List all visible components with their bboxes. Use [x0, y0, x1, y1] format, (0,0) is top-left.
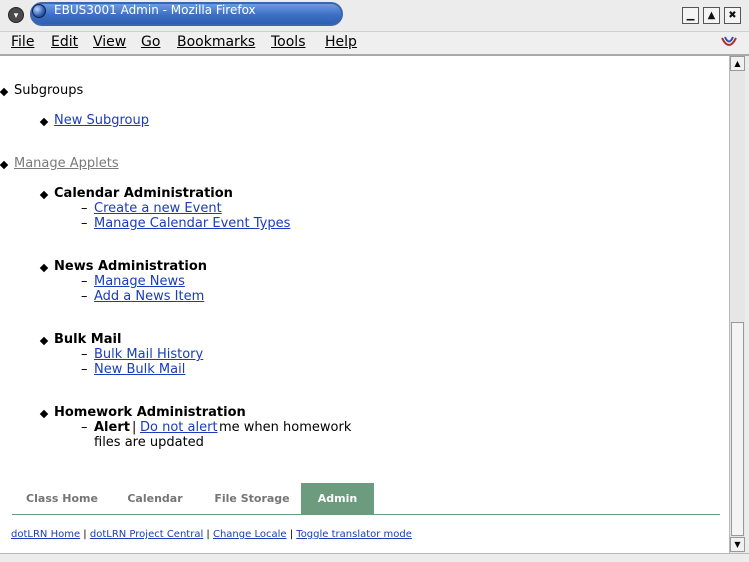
dash: – [81, 420, 88, 435]
manage-applets-link[interactable]: Manage Applets [14, 156, 119, 171]
dash: – [81, 274, 88, 289]
maximize-icon[interactable]: ▲ [703, 7, 720, 24]
footer-separator: | [289, 529, 294, 540]
subgroups-heading: Subgroups [14, 83, 84, 98]
bullet-icon [39, 409, 49, 419]
window-title: EBUS3001 Admin - Mozilla Firefox [54, 3, 256, 17]
dash: – [81, 362, 88, 377]
window-frame-bottom [0, 553, 749, 562]
tab-underline [12, 514, 720, 515]
window-title-bar: ▾ EBUS3001 Admin - Mozilla Firefox ▁ ▲ ✖ [0, 0, 749, 31]
menu-bar: File Edit View Go Bookmarks Tools Help [0, 31, 749, 55]
alert-text: me when homework [219, 420, 352, 435]
menu-edit[interactable]: Edit [51, 34, 78, 50]
vertical-scrollbar[interactable]: ▲ ▼ [729, 56, 745, 553]
new-bulk-mail-link[interactable]: New Bulk Mail [94, 362, 185, 377]
dotlrn-project-central-link[interactable]: dotLRN Project Central [90, 529, 203, 540]
scroll-thumb[interactable] [731, 322, 744, 536]
menu-go[interactable]: Go [141, 34, 160, 50]
menu-view[interactable]: View [93, 34, 126, 50]
alert-text-continued: files are updated [94, 435, 204, 450]
alert-label: Alert [94, 420, 130, 435]
new-subgroup-link[interactable]: New Subgroup [54, 113, 149, 128]
footer-separator: | [83, 529, 87, 540]
scroll-up-arrow-icon[interactable]: ▲ [730, 56, 745, 71]
dotlrn-home-link[interactable]: dotLRN Home [11, 529, 80, 540]
throbber-icon [721, 36, 737, 46]
news-admin-heading: News Administration [54, 259, 208, 274]
menu-file[interactable]: File [11, 34, 34, 50]
scroll-down-arrow-icon[interactable]: ▼ [730, 537, 745, 552]
page-content: Subgroups New Subgroup Manage Applets Ca… [0, 56, 729, 562]
window-menu-chevron-down-icon[interactable]: ▾ [8, 7, 24, 23]
dash: – [81, 347, 88, 362]
bullet-icon [39, 117, 49, 127]
toggle-translator-link[interactable]: Toggle translator mode [296, 529, 412, 540]
footer-links: dotLRN Home | dotLRN Project Central | C… [11, 529, 412, 540]
window-frame [745, 56, 749, 562]
tab-admin[interactable]: Admin [301, 483, 374, 515]
menu-help[interactable]: Help [325, 34, 357, 50]
minimize-icon[interactable]: ▁ [682, 7, 699, 24]
bullet-icon [39, 190, 49, 200]
dash: – [81, 201, 88, 216]
calendar-admin-heading: Calendar Administration [54, 186, 233, 201]
tab-calendar[interactable]: Calendar [116, 483, 194, 515]
do-not-alert-link[interactable]: Do not alert [140, 420, 218, 435]
bullet-icon [39, 263, 49, 273]
alert-separator: | [132, 420, 137, 435]
bullet-icon [0, 160, 9, 170]
tab-bar: Class Home Calendar File Storage Admin [12, 483, 722, 515]
firefox-globe-icon [32, 4, 46, 18]
tab-class-home[interactable]: Class Home [12, 483, 112, 515]
footer-separator: | [206, 529, 210, 540]
add-news-item-link[interactable]: Add a News Item [94, 289, 204, 304]
bulk-mail-history-link[interactable]: Bulk Mail History [94, 347, 203, 362]
menu-bookmarks[interactable]: Bookmarks [177, 34, 255, 50]
bulk-mail-heading: Bulk Mail [54, 332, 122, 347]
homework-admin-heading: Homework Administration [54, 405, 246, 420]
menu-tools[interactable]: Tools [271, 34, 306, 50]
create-event-link[interactable]: Create a new Event [94, 201, 222, 216]
bullet-icon [39, 336, 49, 346]
dash: – [81, 289, 88, 304]
manage-event-types-link[interactable]: Manage Calendar Event Types [94, 216, 290, 231]
tab-file-storage[interactable]: File Storage [202, 483, 302, 515]
close-icon[interactable]: ✖ [724, 7, 741, 24]
manage-news-link[interactable]: Manage News [94, 274, 185, 289]
change-locale-link[interactable]: Change Locale [213, 529, 287, 540]
bullet-icon [0, 87, 9, 97]
dash: – [81, 216, 88, 231]
